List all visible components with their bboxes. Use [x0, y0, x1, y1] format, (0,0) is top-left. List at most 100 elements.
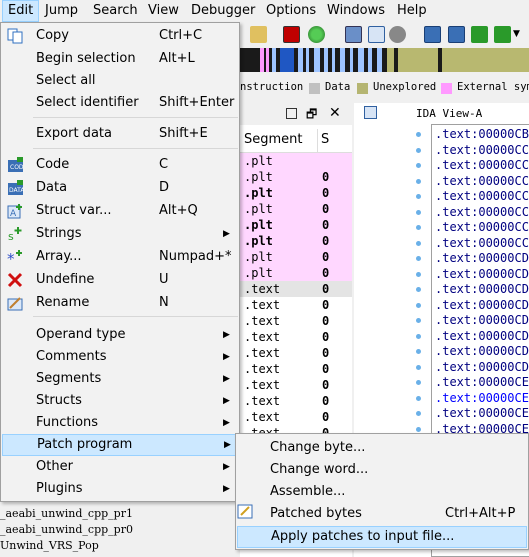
- panel-close-icon[interactable]: ✕: [329, 105, 341, 121]
- breakpoint-dot-icon[interactable]: [416, 380, 421, 385]
- breakpoint-dot-icon[interactable]: [416, 426, 421, 432]
- edit-menu-item-select-all[interactable]: Select all: [2, 70, 238, 92]
- edit-menu-item-data[interactable]: DATA Data D: [2, 177, 238, 199]
- edit-menu-item-patch-program[interactable]: Patch program ▶: [2, 434, 238, 456]
- segment-row[interactable]: .plt 0: [240, 185, 352, 201]
- segment-row[interactable]: .text 0: [240, 345, 352, 361]
- ida-view-title[interactable]: IDA View-A: [416, 107, 482, 120]
- code-line[interactable]: .text:00000CE4: [435, 406, 529, 422]
- edit-menu-item-rename[interactable]: Rename N: [2, 292, 238, 314]
- menu-search[interactable]: Search: [88, 0, 143, 22]
- code-line[interactable]: .text:00000CD0: [435, 251, 529, 267]
- segment-row[interactable]: .plt 0: [240, 233, 352, 249]
- navigation-band[interactable]: [240, 48, 529, 72]
- edit-menu-item-operand-type[interactable]: Operand type ▶: [2, 324, 238, 346]
- segment-row[interactable]: .plt 0: [240, 169, 352, 185]
- toolbar-chevron-down-icon[interactable]: ▼: [513, 26, 523, 43]
- edit-menu-item-segments[interactable]: Segments ▶: [2, 368, 238, 390]
- breakpoint-dot-icon[interactable]: [416, 302, 421, 308]
- code-line[interactable]: .text:00000CBE: [435, 127, 529, 143]
- breakpoint-dot-icon[interactable]: [416, 349, 421, 354]
- code-line[interactable]: .text:00000CD2: [435, 267, 529, 283]
- segment-row[interactable]: .text 0: [240, 329, 352, 345]
- segment-row[interactable]: .text 0: [240, 281, 352, 297]
- code-line[interactable]: .text:00000CE0: [435, 375, 529, 391]
- edit-menu-item-copy[interactable]: Copy Ctrl+C: [2, 25, 238, 47]
- patch-menu-item-patched-bytes[interactable]: Patched bytes Ctrl+Alt+P: [237, 503, 527, 525]
- breakpoint-dot-icon[interactable]: [416, 411, 421, 416]
- breakpoint-dot-icon[interactable]: [416, 271, 421, 277]
- segment-row[interactable]: .plt 0: [240, 201, 352, 217]
- breakpoint-dot-icon[interactable]: [416, 225, 421, 230]
- code-line[interactable]: .text:00000CC4: [435, 174, 529, 190]
- code-line[interactable]: .text:00000CE2: [435, 391, 529, 407]
- code-line[interactable]: .text:00000CC2: [435, 158, 529, 174]
- code-line[interactable]: .text:00000CD8: [435, 313, 529, 329]
- function-name-row[interactable]: _aeabi_unwind_cpp_pr1: [0, 507, 133, 521]
- menu-windows[interactable]: Windows: [322, 0, 390, 22]
- code-line[interactable]: .text:00000CCA: [435, 220, 529, 236]
- menu-help[interactable]: Help: [392, 0, 432, 22]
- breakpoint-dot-icon[interactable]: [416, 333, 421, 339]
- breakpoint-dot-icon[interactable]: [416, 395, 421, 401]
- segment-row[interactable]: .text 0: [240, 393, 352, 409]
- edit-menu-item-struct-var[interactable]: A Struct var... Alt+Q: [2, 200, 238, 222]
- breakpoint-dot-icon[interactable]: [416, 364, 421, 370]
- breakpoint-dot-icon[interactable]: [416, 163, 421, 168]
- function-name-row[interactable]: _aeabi_unwind_cpp_pr0: [0, 523, 133, 537]
- menu-jump[interactable]: Jump: [40, 0, 83, 22]
- segment-row[interactable]: .text 0: [240, 313, 352, 329]
- debug-bug-icon[interactable]: [389, 26, 406, 43]
- edit-menu-item-select-identifier[interactable]: Select identifier Shift+Enter: [2, 92, 238, 114]
- segment-row[interactable]: .plt 0: [240, 265, 352, 281]
- breakpoint-dot-icon[interactable]: [416, 209, 421, 215]
- breakpoint-dot-icon[interactable]: [416, 256, 421, 261]
- code-line[interactable]: .text:00000CC0: [435, 143, 529, 159]
- functions-column-header[interactable]: Segment S: [240, 129, 352, 153]
- breakpoint-dot-icon[interactable]: [416, 318, 421, 323]
- edit-menu-item-code[interactable]: CODE Code C: [2, 154, 238, 176]
- menu-debugger[interactable]: Debugger: [186, 0, 260, 22]
- segment-column-header[interactable]: Segment: [244, 132, 303, 147]
- patch-menu-item-change-byte[interactable]: Change byte...: [237, 437, 527, 459]
- s-column-header[interactable]: S: [321, 132, 329, 147]
- breakpoint-dot-icon[interactable]: [416, 287, 421, 292]
- segment-row[interactable]: .text 0: [240, 377, 352, 393]
- edit-menu-item-functions[interactable]: Functions ▶: [2, 412, 238, 434]
- code-line[interactable]: .text:00000CDC: [435, 344, 529, 360]
- menu-edit[interactable]: Edit: [2, 0, 40, 22]
- code-line[interactable]: .text:00000CDE: [435, 360, 529, 376]
- segment-row[interactable]: .plt 0: [240, 249, 352, 265]
- code-toolbar-icon[interactable]: [424, 26, 441, 43]
- code-line[interactable]: .text:00000CD6: [435, 298, 529, 314]
- breakpoint-dot-icon[interactable]: [416, 178, 421, 184]
- patch-menu-item-assemble[interactable]: Assemble...: [237, 481, 527, 503]
- highlight-icon[interactable]: [250, 26, 267, 43]
- breakpoint-dot-icon[interactable]: [416, 240, 421, 246]
- patch-menu-item-change-word[interactable]: Change word...: [237, 459, 527, 481]
- edit-menu-item-plugins[interactable]: Plugins ▶: [2, 478, 238, 500]
- menu-options[interactable]: Options: [261, 0, 321, 22]
- segment-row[interactable]: .text 0: [240, 361, 352, 377]
- segment-row[interactable]: .plt 0: [240, 217, 352, 233]
- panel-restore-icon[interactable]: 🗗: [306, 105, 317, 126]
- edit-menu-item-strings[interactable]: s Strings ▶: [2, 223, 238, 245]
- breakpoint-icon[interactable]: [283, 26, 300, 43]
- panel-box-icon[interactable]: [286, 108, 297, 119]
- window-icon[interactable]: [345, 26, 362, 43]
- edit-menu-item-other[interactable]: Other ▶: [2, 456, 238, 478]
- edit-menu-item-array[interactable]: * Array... Numpad+*: [2, 246, 238, 268]
- edit-menu-item-export-data[interactable]: Export data Shift+E: [2, 123, 238, 145]
- edit-menu-item-begin-selection[interactable]: Begin selection Alt+L: [2, 48, 238, 70]
- code-line[interactable]: .text:00000CD4: [435, 282, 529, 298]
- data-toolbar-icon[interactable]: [448, 26, 465, 43]
- code-line[interactable]: .text:00000CCE: [435, 236, 529, 252]
- segment-row[interactable]: .plt: [240, 153, 352, 169]
- graph-icon[interactable]: [368, 26, 385, 43]
- add-toolbar-icon[interactable]: [494, 26, 511, 43]
- code-line[interactable]: .text:00000CDA: [435, 329, 529, 345]
- edit-menu-item-structs[interactable]: Structs ▶: [2, 390, 238, 412]
- edit-menu-item-comments[interactable]: Comments ▶: [2, 346, 238, 368]
- patch-menu-item-apply-patches-to-input-file[interactable]: Apply patches to input file...: [237, 526, 527, 548]
- function-name-row[interactable]: Unwind_VRS_Pop: [0, 539, 99, 553]
